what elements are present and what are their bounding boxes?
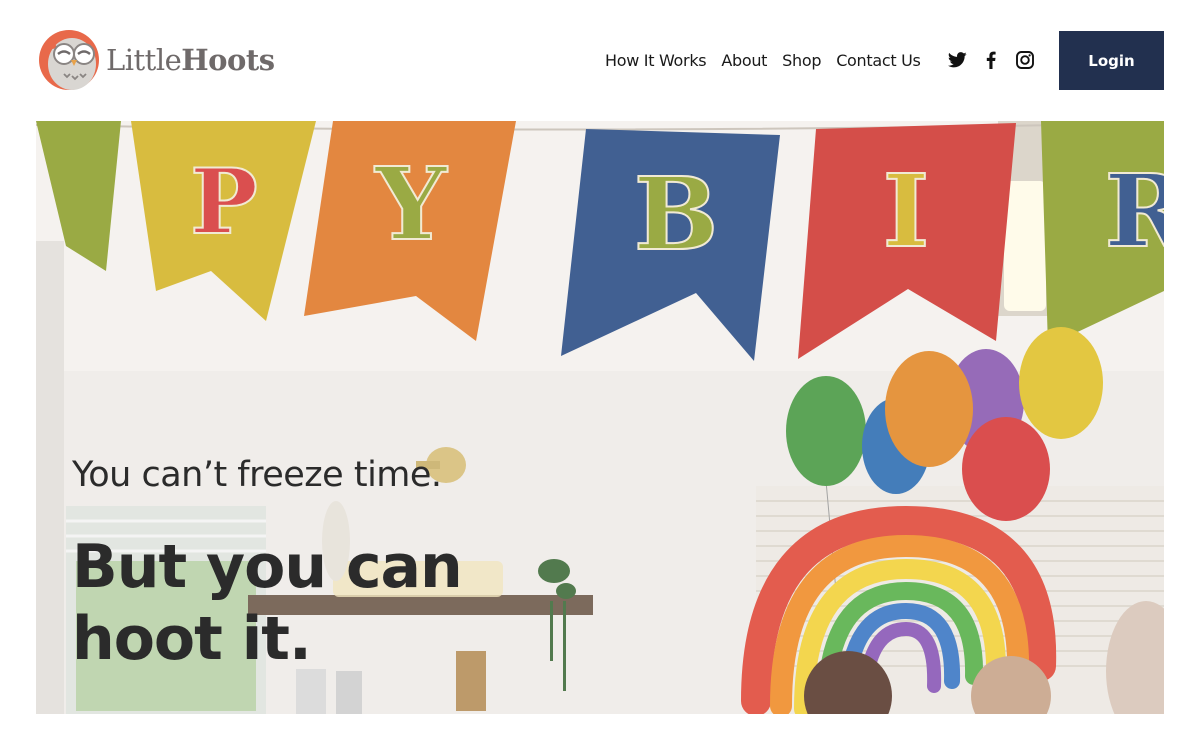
hero-subtitle: You can’t freeze time.	[72, 455, 442, 495]
login-button[interactable]: Login	[1059, 31, 1164, 90]
site-header: LittleHoots How It Works About Shop Cont…	[0, 0, 1200, 121]
hero-title-line: But you can	[72, 532, 463, 602]
main-nav: How It Works About Shop Contact Us	[605, 48, 921, 72]
nav-shop[interactable]: Shop	[782, 51, 821, 70]
brand-logo[interactable]: LittleHoots	[38, 28, 275, 92]
brand-name-light: Little	[106, 43, 182, 77]
nav-contact-us[interactable]: Contact Us	[836, 51, 921, 70]
facebook-icon[interactable]	[980, 49, 1002, 71]
hero-title-line: hoot it.	[72, 604, 312, 674]
twitter-icon[interactable]	[946, 49, 968, 71]
owl-logo-icon	[39, 30, 99, 90]
hero-section: P Y B I R You can’t freeze time. But you…	[36, 121, 1164, 714]
brand-name-bold: Hoots	[181, 43, 275, 77]
nav-about[interactable]: About	[721, 51, 767, 70]
brand-name: LittleHoots	[106, 43, 275, 77]
instagram-icon[interactable]	[1014, 49, 1036, 71]
nav-how-it-works[interactable]: How It Works	[605, 51, 707, 70]
hero-title: But you can hoot it.	[72, 531, 632, 675]
social-links	[946, 49, 1036, 71]
